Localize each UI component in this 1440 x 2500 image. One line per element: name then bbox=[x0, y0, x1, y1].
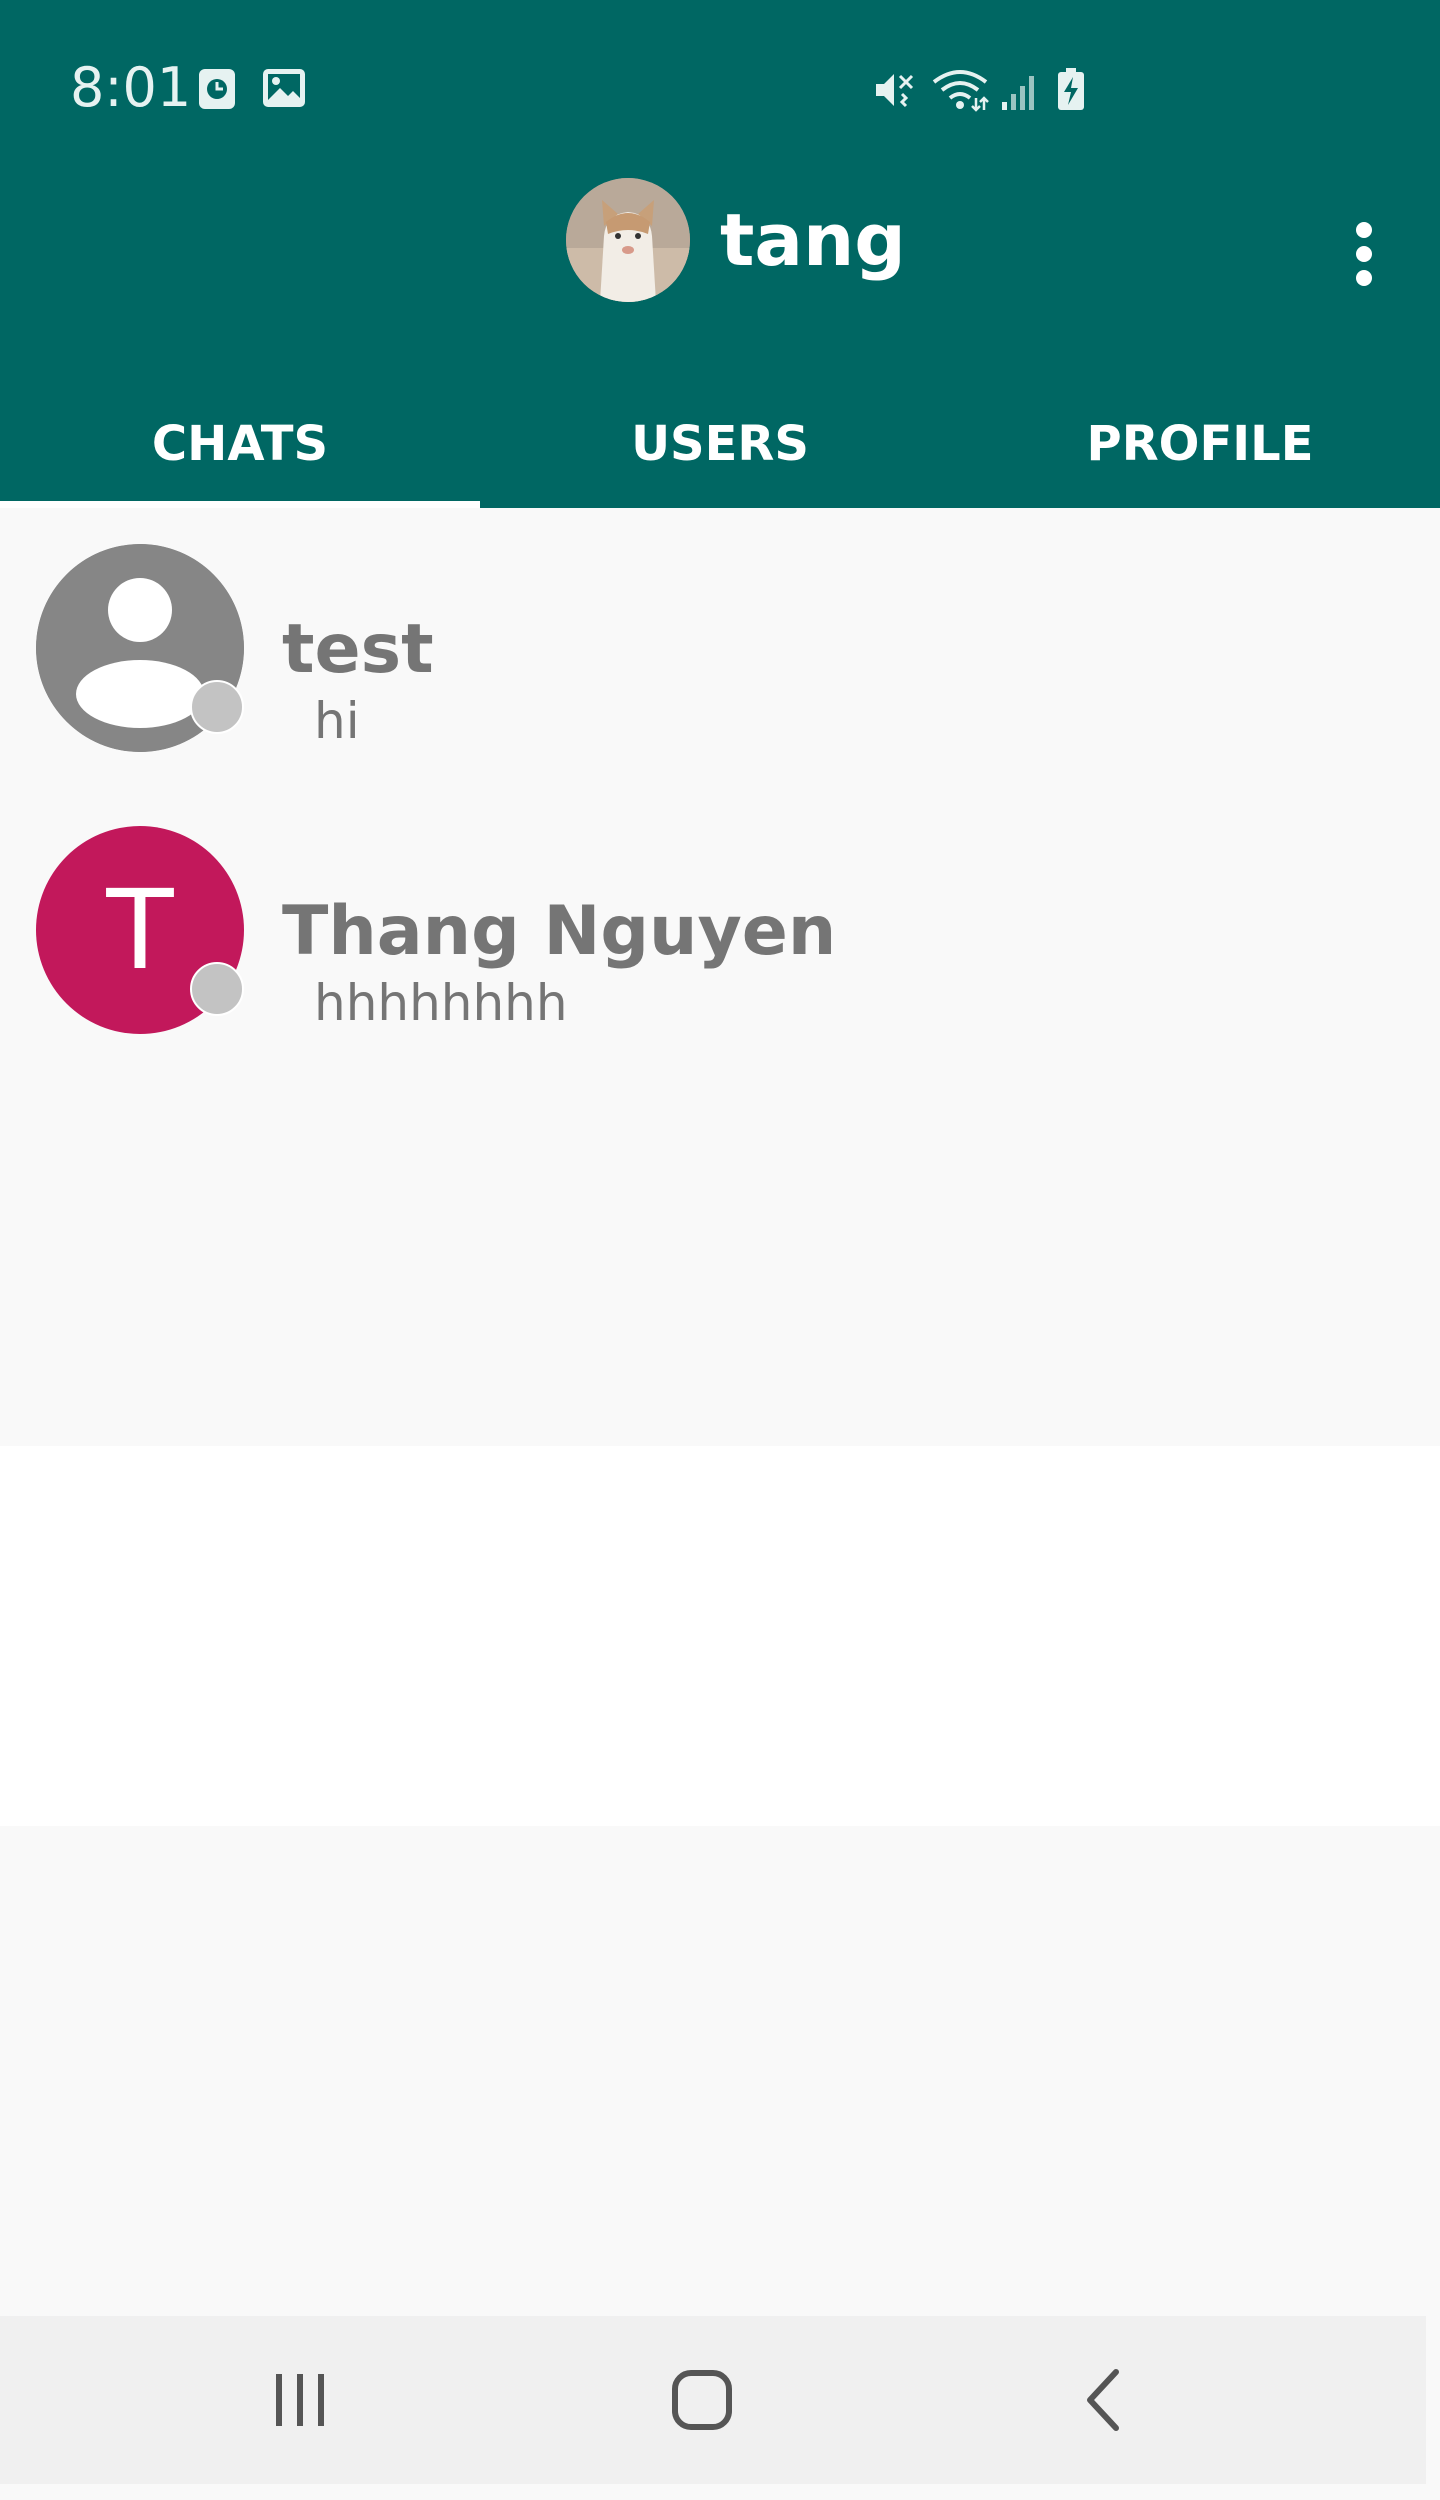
title-row: tang bbox=[0, 178, 1440, 306]
tab-chats-label: CHATS bbox=[151, 416, 329, 472]
more-vert-icon[interactable] bbox=[1336, 214, 1392, 294]
empty-area bbox=[0, 1446, 1440, 1826]
tab-chats[interactable]: CHATS bbox=[0, 380, 480, 508]
chat-list-item[interactable]: test hi bbox=[0, 508, 1440, 790]
header-avatar[interactable] bbox=[566, 178, 690, 302]
chat-last-message: hhhhhhhh bbox=[314, 974, 568, 1032]
chat-last-message: hi bbox=[314, 692, 360, 750]
tab-bar: CHATS USERS PROFILE bbox=[0, 380, 1440, 508]
tab-users[interactable]: USERS bbox=[480, 380, 960, 508]
chat-list-item[interactable]: T Thang Nguyen hhhhhhhh bbox=[0, 790, 1440, 1072]
home-icon[interactable] bbox=[662, 2360, 742, 2440]
wifi-icon bbox=[932, 70, 989, 112]
app-bar: 8:01 tang CHATS USERS PROFILE bbox=[0, 0, 1440, 508]
tab-selected-indicator bbox=[0, 501, 480, 508]
cat-avatar-photo bbox=[566, 178, 690, 302]
battery-charging-icon bbox=[1058, 68, 1084, 110]
clock-notification-icon bbox=[199, 69, 235, 109]
status-indicator bbox=[190, 962, 244, 1016]
image-notification-icon bbox=[263, 69, 305, 107]
status-indicator bbox=[190, 680, 244, 734]
tab-profile[interactable]: PROFILE bbox=[960, 380, 1440, 508]
system-nav-bar bbox=[0, 2316, 1426, 2484]
header-username: tang bbox=[720, 198, 906, 282]
avatar-letter: T bbox=[106, 866, 174, 994]
chat-name: test bbox=[282, 610, 434, 689]
cellular-signal-icon bbox=[1002, 76, 1034, 110]
chat-name: Thang Nguyen bbox=[282, 892, 837, 971]
tab-users-label: USERS bbox=[631, 416, 809, 472]
tab-profile-label: PROFILE bbox=[1086, 416, 1314, 472]
recent-apps-icon[interactable] bbox=[260, 2360, 340, 2440]
mute-vibrate-icon bbox=[876, 74, 914, 108]
back-icon[interactable] bbox=[1064, 2360, 1144, 2440]
status-time: 8:01 bbox=[70, 56, 192, 119]
